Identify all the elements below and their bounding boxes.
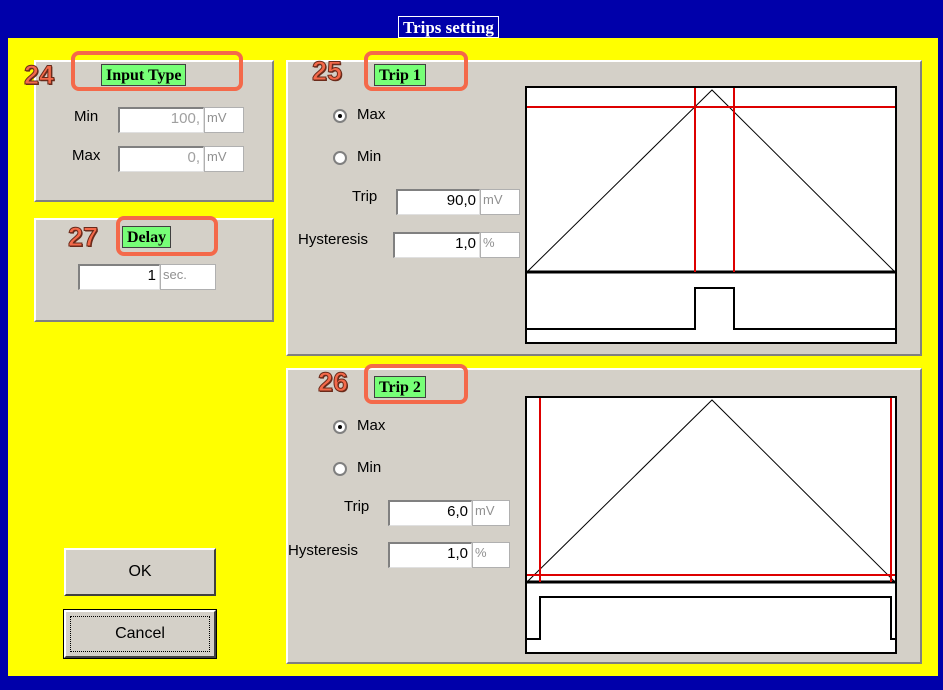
- trip2-highlight: [364, 364, 468, 404]
- trip2-hyst-label: Hysteresis: [288, 542, 359, 559]
- trip1-hyst-input[interactable]: 1,0: [393, 232, 480, 258]
- trip1-diagram: [525, 86, 897, 344]
- trip2-max-radio[interactable]: [333, 420, 347, 434]
- trip1-hyst-unit: %: [480, 232, 520, 258]
- trip1-trip-input[interactable]: 90,0: [396, 189, 480, 215]
- trip2-hyst-input[interactable]: 1,0: [388, 542, 472, 568]
- ok-button[interactable]: OK: [64, 548, 216, 596]
- trip1-triangle-signal: [527, 89, 895, 273]
- cancel-button[interactable]: Cancel: [63, 609, 217, 659]
- trip2-output-pulse: [527, 596, 895, 640]
- delay-unit: sec.: [160, 264, 216, 290]
- trip2-trip-unit: mV: [472, 500, 510, 526]
- min-input[interactable]: 100,: [118, 107, 204, 133]
- badge-26: 26: [317, 367, 349, 397]
- trip2-max-label[interactable]: Max: [357, 417, 385, 434]
- badge-24: 24: [23, 60, 55, 90]
- badge-25: 25: [311, 56, 343, 86]
- trip1-trip-unit: mV: [480, 189, 520, 215]
- max-unit: mV: [204, 146, 244, 172]
- trip2-triangle-signal: [527, 399, 895, 583]
- min-label: Min: [74, 108, 99, 125]
- delay-highlight: [116, 216, 218, 256]
- max-input[interactable]: 0,: [118, 146, 204, 172]
- trip1-trip-label: Trip: [352, 188, 378, 205]
- trip1-output-pulse: [527, 287, 895, 330]
- window-title: Trips setting: [398, 16, 499, 38]
- ok-button-label: OK: [128, 563, 152, 580]
- badge-27: 27: [67, 222, 99, 252]
- trip2-trip-input[interactable]: 6,0: [388, 500, 472, 526]
- trip2-hyst-unit: %: [472, 542, 510, 568]
- trip1-min-radio[interactable]: [333, 151, 347, 165]
- trip1-max-radio[interactable]: [333, 109, 347, 123]
- trip1-hyst-label: Hysteresis: [298, 231, 369, 248]
- max-label: Max: [72, 147, 101, 164]
- trip2-diagram: [525, 396, 897, 654]
- trip1-max-label[interactable]: Max: [357, 106, 385, 123]
- trip2-trip-label: Trip: [344, 498, 370, 515]
- cancel-focus-ring: [70, 616, 210, 652]
- trip2-min-label[interactable]: Min: [357, 459, 381, 476]
- input-type-highlight: [71, 51, 243, 91]
- min-unit: mV: [204, 107, 244, 133]
- trip1-min-label[interactable]: Min: [357, 148, 381, 165]
- delay-input[interactable]: 1: [78, 264, 160, 290]
- trip2-min-radio[interactable]: [333, 462, 347, 476]
- trip1-highlight: [364, 51, 468, 91]
